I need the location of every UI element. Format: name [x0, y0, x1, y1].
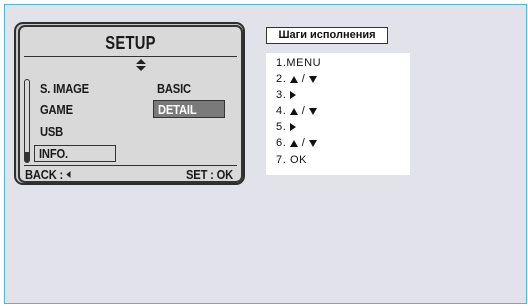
camera-screen: SETUP S. IMAGE GAME USB INFO. BASIC DETA… — [18, 25, 243, 183]
footer-divider — [24, 165, 237, 166]
right-triangle-icon — [290, 91, 297, 99]
step-2: 2. / — [276, 74, 317, 85]
menu-scrollbar[interactable] — [24, 79, 30, 163]
step-1: 1.MENU — [276, 58, 321, 69]
menu-item-info: INFO. — [39, 146, 68, 161]
left-arrow-icon — [66, 171, 71, 178]
option-basic[interactable]: BASIC — [157, 81, 191, 96]
up-triangle-icon — [290, 140, 299, 147]
step-1-text: 1.MENU — [276, 57, 322, 69]
step-5: 5. — [276, 121, 297, 133]
title-divider — [24, 56, 237, 57]
step-5-text: 5. — [276, 121, 291, 133]
option-detail-selected[interactable]: DETAIL — [153, 100, 225, 118]
step-2-separator: / — [301, 73, 306, 85]
up-triangle-icon — [290, 76, 299, 83]
up-down-arrows-icon — [136, 59, 146, 71]
menu-item-game[interactable]: GAME — [40, 102, 73, 117]
footer-back-label: BACK : — [25, 167, 67, 182]
step-6-text: 6. — [276, 137, 291, 149]
step-4-separator: / — [301, 105, 306, 117]
footer-back: BACK : — [25, 167, 71, 182]
step-3: 3. — [276, 89, 297, 101]
down-triangle-icon — [309, 140, 317, 147]
down-triangle-icon — [309, 76, 317, 83]
steps-list: 1.MENU 2. / 3. 4. / 5. 6. / 7. OK — [266, 53, 410, 175]
step-6-separator: / — [301, 137, 306, 149]
right-triangle-icon — [290, 123, 297, 131]
step-3-text: 3. — [276, 89, 291, 101]
up-triangle-icon — [290, 108, 299, 115]
step-7-text: 7. OK — [276, 154, 308, 166]
step-7: 7. OK — [276, 155, 307, 166]
step-4-text: 4. — [276, 105, 291, 117]
step-4: 4. / — [276, 106, 317, 117]
setup-title: SETUP — [105, 33, 156, 53]
footer-set-ok: SET : OK — [186, 167, 234, 182]
option-detail: DETAIL — [158, 102, 197, 117]
down-triangle-icon — [309, 108, 317, 115]
step-2-text: 2. — [276, 73, 291, 85]
menu-item-s-image[interactable]: S. IMAGE — [40, 81, 89, 96]
scroll-thumb[interactable] — [25, 152, 29, 162]
menu-item-usb[interactable]: USB — [40, 124, 63, 139]
step-6: 6. / — [276, 138, 317, 149]
menu-item-info-selected[interactable]: INFO. — [34, 145, 116, 162]
steps-header: Шаги исполнения — [266, 27, 388, 44]
